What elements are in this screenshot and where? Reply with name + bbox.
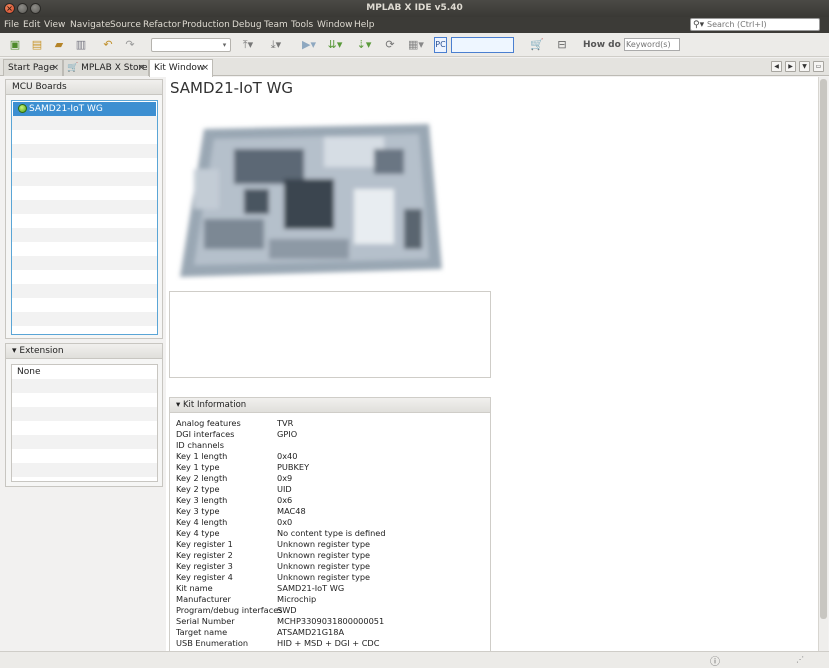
list-item-label: SAMD21-IoT WG [29, 104, 103, 114]
close-icon[interactable]: × [51, 60, 59, 76]
read-device-icon[interactable]: ▦▾ [405, 37, 427, 53]
search-icon: ⚲▾ [693, 20, 705, 30]
mcu-boards-panel: MCU Boards SAMD21-IoT WG [5, 79, 163, 339]
menu-source[interactable]: Source [110, 17, 141, 33]
store-cart-icon[interactable]: 🛒 [529, 37, 545, 53]
window-title: MPLAB X IDE v5.40 [366, 3, 463, 13]
menu-tools[interactable]: Tools [291, 17, 313, 33]
maximize-window-button[interactable]: ▭ [813, 61, 824, 72]
store-cart-icon: 🛒 [67, 63, 79, 73]
menu-edit[interactable]: Edit [23, 17, 40, 33]
window-minimize-button[interactable] [17, 3, 28, 14]
scroll-tabs-left-button[interactable]: ◀ [771, 61, 782, 72]
refresh-icon[interactable]: ⟳ [382, 37, 398, 53]
search-input[interactable] [707, 19, 817, 30]
configuration-combo[interactable]: ▾ [151, 38, 231, 52]
extension-header-label: Extension [19, 346, 64, 356]
scrollbar-thumb[interactable] [820, 79, 827, 619]
chevron-left-icon: ◀ [774, 63, 779, 70]
window-titlebar: × MPLAB X IDE v5.40 [0, 0, 829, 17]
pc-indicator: PC [434, 37, 447, 53]
menu-debug[interactable]: Debug [232, 17, 262, 33]
kit-window-content: SAMD21-IoT WG ▾ Kit Information Analog f… [166, 77, 825, 653]
content-scrollbar[interactable] [818, 77, 828, 651]
extension-header[interactable]: ▾ Extension [6, 344, 162, 359]
kit-title: SAMD21-IoT WG [170, 79, 294, 97]
new-project-icon[interactable]: ▣ [8, 37, 22, 53]
close-icon[interactable]: × [137, 60, 145, 76]
kit-information-title: Kit Information [182, 400, 247, 410]
debug-icon[interactable]: ⇊▾ [324, 37, 346, 53]
menu-bar: File Edit View Navigate Source Refactor … [0, 17, 829, 33]
undo-icon[interactable]: ↶ [101, 37, 115, 53]
collapse-icon: ▾ [176, 400, 181, 410]
new-file-icon[interactable]: ▤ [30, 37, 44, 53]
main-toolbar: ▣ ▤ ▰ ▥ ↶ ↷ ▾ ⤒▾ ⤓▾ ▶▾ ⇊▾ ⇣▾ ⟳ ▦▾ PC 🛒 ⊟… [0, 33, 829, 57]
board-image [180, 124, 442, 277]
open-project-icon[interactable]: ▰ [52, 37, 66, 53]
menu-team[interactable]: Team [264, 17, 288, 33]
kit-information-panel: ▾ Kit Information Analog features TVR DGI… [169, 397, 491, 653]
menu-view[interactable]: View [44, 17, 65, 33]
window-maximize-button[interactable] [30, 3, 41, 14]
quick-search[interactable]: ⚲▾ [690, 18, 820, 31]
board-icon [18, 104, 27, 113]
build-icon[interactable]: ⤒▾ [238, 37, 258, 53]
pc-field [451, 37, 514, 53]
tab-start-page[interactable]: Start Page × [3, 59, 63, 76]
redo-icon[interactable]: ↷ [123, 37, 137, 53]
menu-production[interactable]: Production [182, 17, 230, 33]
scroll-tabs-right-button[interactable]: ▶ [785, 61, 796, 72]
tab-kit-window[interactable]: Kit Window × [149, 59, 213, 77]
run-icon[interactable]: ▶▾ [299, 37, 319, 53]
kit-information-header[interactable]: ▾ Kit Information [170, 398, 490, 413]
keyword-input[interactable] [624, 38, 680, 51]
kit-icon[interactable]: ⊟ [552, 37, 572, 53]
menu-help[interactable]: Help [354, 17, 375, 33]
notifications-icon[interactable]: ⓘ [710, 653, 720, 668]
close-project-icon[interactable]: ▥ [74, 37, 88, 53]
extension-panel: ▾ Extension None [5, 343, 163, 487]
extension-list[interactable]: None [11, 364, 158, 482]
collapse-icon: ▾ [12, 346, 17, 356]
menu-refactor[interactable]: Refactor [143, 17, 181, 33]
clean-build-icon[interactable]: ⤓▾ [265, 37, 287, 53]
tab-label: Start Page [8, 63, 55, 73]
chevron-right-icon: ▶ [788, 63, 793, 70]
tab-mplab-x-store[interactable]: 🛒 MPLAB X Store × [63, 59, 149, 76]
list-item-samd21-iot-wg[interactable]: SAMD21-IoT WG [13, 102, 156, 116]
close-icon[interactable]: × [201, 60, 209, 76]
program-icon[interactable]: ⇣▾ [353, 37, 375, 53]
mcu-boards-header: MCU Boards [6, 80, 162, 95]
kit-description-box [169, 291, 491, 378]
chevron-down-icon: ▾ [222, 41, 227, 49]
tab-label: Kit Window [154, 63, 205, 73]
editor-tabs: Start Page × 🛒 MPLAB X Store × Kit Windo… [0, 58, 829, 77]
menu-navigate[interactable]: Navigate [70, 17, 110, 33]
menu-file[interactable]: File [4, 17, 19, 33]
mcu-boards-list[interactable]: SAMD21-IoT WG [11, 100, 158, 335]
chevron-down-icon: ▼ [802, 63, 807, 70]
resize-grip-icon: ⋰ [796, 655, 805, 664]
tab-list-button[interactable]: ▼ [799, 61, 810, 72]
menu-window[interactable]: Window [317, 17, 353, 33]
list-item[interactable]: None [17, 366, 40, 379]
close-icon: × [6, 4, 13, 13]
window-close-button[interactable]: × [4, 3, 15, 14]
status-bar: ⓘ ⋰ [0, 651, 829, 668]
maximize-icon: ▭ [815, 63, 822, 70]
